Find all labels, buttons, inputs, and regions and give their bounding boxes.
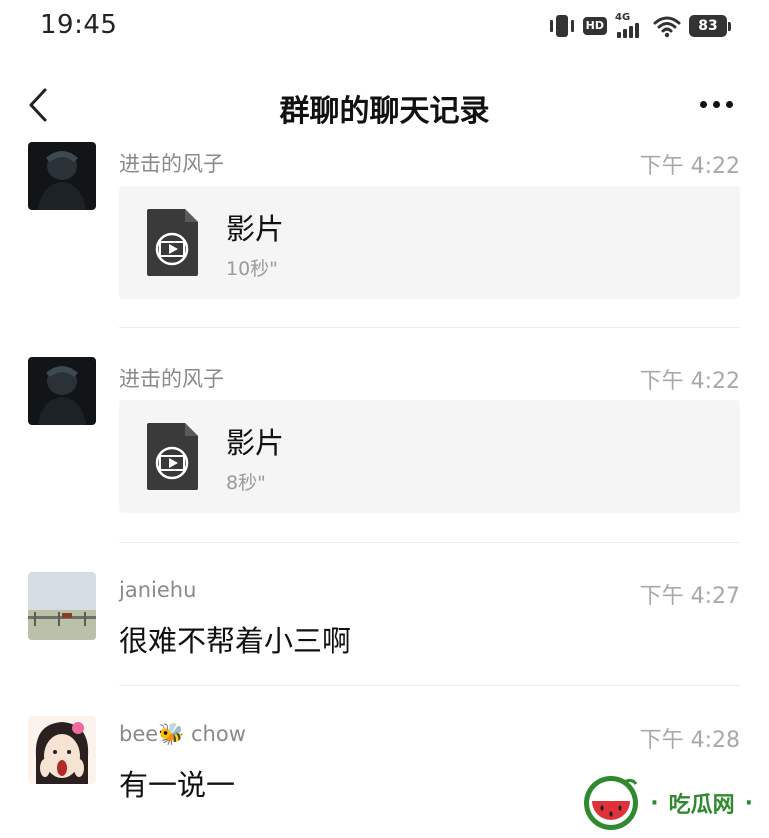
hd-icon: HD <box>582 17 607 35</box>
divider <box>119 542 740 543</box>
page-title: 群聊的聊天记录 <box>279 94 490 129</box>
avatar[interactable] <box>28 142 96 210</box>
wifi-icon <box>653 16 681 38</box>
video-file-icon <box>147 209 198 276</box>
message-text: 很难不帮着小三啊 <box>119 624 352 658</box>
watermark: · 吃瓜网 · <box>582 774 753 832</box>
more-options-button[interactable] <box>691 84 741 124</box>
chat-record-list: 进击的风子 下午 4:22 影片 10秒" 进击的风子 下午 4:22 影片 8… <box>0 140 769 838</box>
status-icons: HD 4G 83 <box>549 12 731 38</box>
avatar[interactable] <box>28 716 96 784</box>
avatar[interactable] <box>28 572 96 640</box>
watermark-dot: · <box>650 790 659 816</box>
watermark-text: 吃瓜网 <box>668 793 735 818</box>
signal-icon: 4G <box>615 12 645 38</box>
message-time: 下午 4:22 <box>639 154 740 179</box>
video-title: 影片 <box>226 426 285 460</box>
divider <box>119 685 740 686</box>
watermark-dot: · <box>744 790 753 816</box>
message-time: 下午 4:27 <box>639 584 740 609</box>
sender-name-prefix: bee <box>119 722 159 746</box>
video-title: 影片 <box>226 212 285 246</box>
video-message-card[interactable]: 影片 8秒" <box>119 400 740 513</box>
sender-name: 进击的风子 <box>119 152 224 176</box>
avatar[interactable] <box>28 357 96 425</box>
network-type-label: 4G <box>615 12 631 23</box>
message-time: 下午 4:22 <box>639 369 740 394</box>
status-bar: 19:45 HD 4G 83 <box>0 0 769 56</box>
message-text: 有一说一 <box>119 768 236 802</box>
video-file-icon <box>147 423 198 490</box>
status-time: 19:45 <box>40 10 118 40</box>
battery-icon: 83 <box>689 15 731 37</box>
watermelon-logo-icon <box>584 776 639 830</box>
vibrate-icon <box>549 14 575 38</box>
sender-name: janiehu <box>119 578 197 602</box>
video-message-card[interactable]: 影片 10秒" <box>119 186 740 299</box>
bee-emoji: 🐝 <box>158 722 185 746</box>
more-dots-icon <box>699 100 707 108</box>
divider <box>119 327 740 328</box>
sender-name: bee🐝 chow <box>119 722 246 747</box>
video-duration: 8秒" <box>226 472 266 494</box>
battery-level: 83 <box>689 15 727 37</box>
sender-name-suffix: chow <box>191 722 246 746</box>
message-time: 下午 4:28 <box>639 728 740 753</box>
video-duration: 10秒" <box>226 258 278 280</box>
sender-name: 进击的风子 <box>119 367 224 391</box>
nav-bar: 群聊的聊天记录 <box>0 70 769 140</box>
